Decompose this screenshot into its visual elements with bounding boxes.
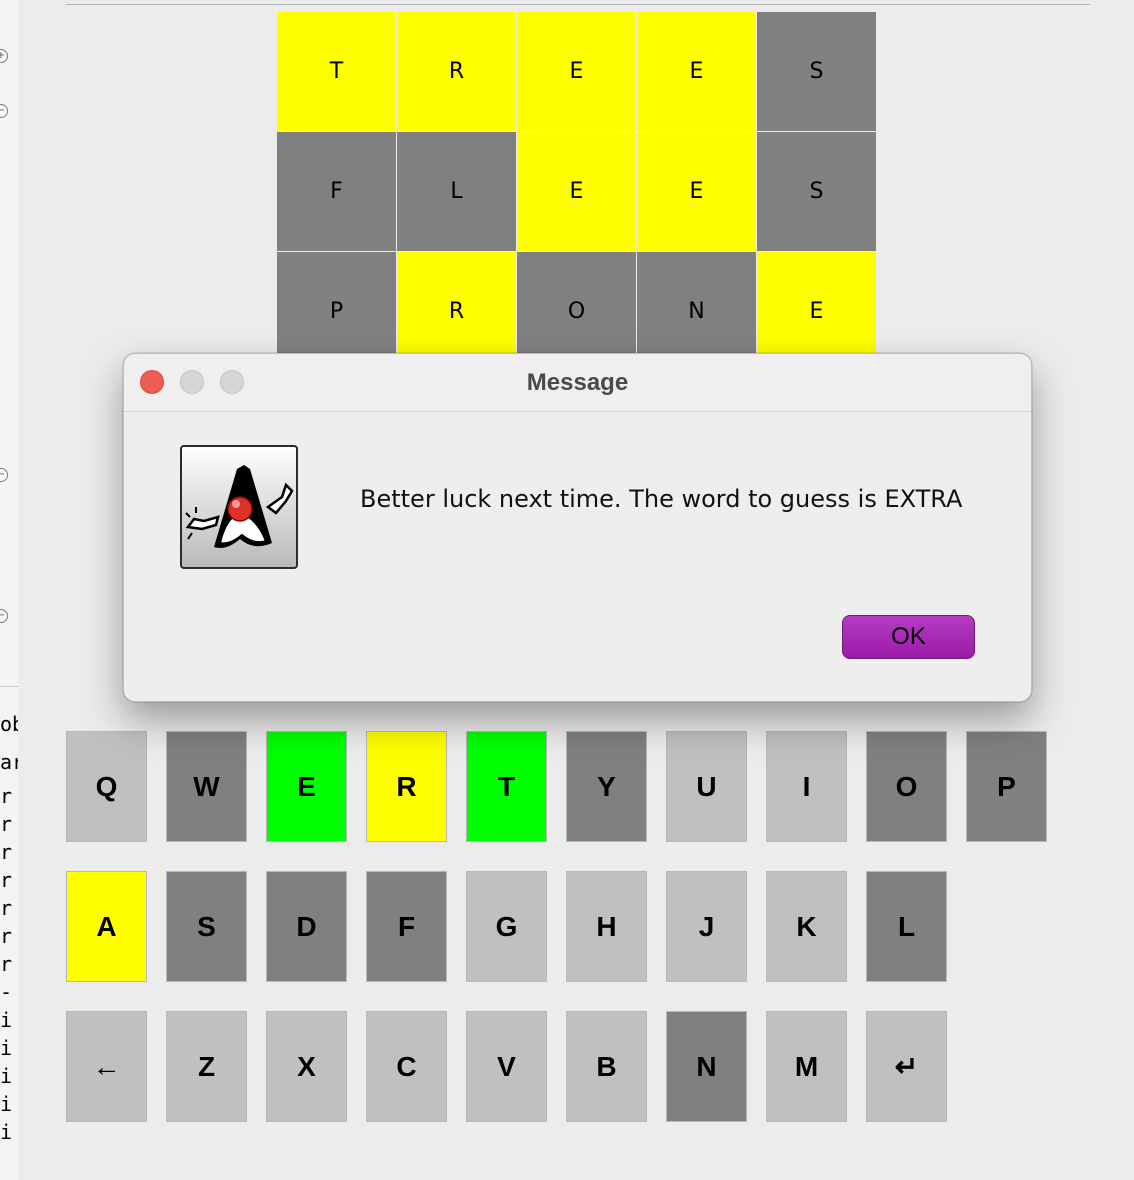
dialog-title: Message	[526, 369, 629, 396]
key-v[interactable]: V	[466, 1011, 547, 1122]
key-g[interactable]: G	[466, 871, 547, 982]
key-w[interactable]: W	[166, 731, 247, 842]
key-o[interactable]: O	[866, 731, 947, 842]
code-fragment: ar	[0, 750, 18, 774]
dialog-message: Better luck next time. The word to guess…	[360, 485, 963, 513]
letter-tile: E	[517, 12, 636, 131]
key-k[interactable]: K	[766, 871, 847, 982]
code-fragment: r	[0, 952, 13, 976]
letter-tile: E	[637, 132, 756, 251]
code-fragment: i	[0, 1036, 13, 1060]
key-m[interactable]: M	[766, 1011, 847, 1122]
divider	[66, 4, 1090, 5]
guess-row: FLEES	[277, 132, 878, 252]
expand-icon[interactable]: +	[0, 49, 8, 63]
key-x[interactable]: X	[266, 1011, 347, 1122]
collapse-icon[interactable]: −	[0, 609, 8, 623]
code-fragment: r	[0, 840, 13, 864]
key-n[interactable]: N	[666, 1011, 747, 1122]
code-fragment: i	[0, 1120, 13, 1144]
key-h[interactable]: H	[566, 871, 647, 982]
editor-gutter: + − − − obarrrrrrrr-iiiii	[0, 0, 19, 1180]
collapse-icon[interactable]: −	[0, 468, 8, 482]
letter-tile: E	[637, 12, 756, 131]
letter-tile: R	[397, 12, 516, 131]
key-i[interactable]: I	[766, 731, 847, 842]
key-t[interactable]: T	[466, 731, 547, 842]
key-q[interactable]: Q	[66, 731, 147, 842]
key-b[interactable]: B	[566, 1011, 647, 1122]
letter-tile: L	[397, 132, 516, 251]
code-fragment: i	[0, 1064, 13, 1088]
letter-tile: E	[517, 132, 636, 251]
key-d[interactable]: D	[266, 871, 347, 982]
dialog-titlebar: Message	[124, 354, 1031, 412]
code-fragment: r	[0, 812, 13, 836]
key-r[interactable]: R	[366, 731, 447, 842]
collapse-icon[interactable]: −	[0, 104, 8, 118]
code-fragment: i	[0, 1092, 13, 1116]
backspace-key[interactable]: ←	[66, 1011, 147, 1122]
code-fragment: r	[0, 896, 13, 920]
key-f[interactable]: F	[366, 871, 447, 982]
code-fragment: r	[0, 784, 13, 808]
key-c[interactable]: C	[366, 1011, 447, 1122]
key-j[interactable]: J	[666, 871, 747, 982]
java-duke-icon	[180, 445, 298, 569]
key-y[interactable]: Y	[566, 731, 647, 842]
key-z[interactable]: Z	[166, 1011, 247, 1122]
divider	[0, 686, 18, 687]
guess-row: TREES	[277, 12, 878, 132]
key-s[interactable]: S	[166, 871, 247, 982]
code-fragment: r	[0, 868, 13, 892]
code-fragment: i	[0, 1008, 13, 1032]
letter-tile: F	[277, 132, 396, 251]
code-fragment: r	[0, 924, 13, 948]
code-fragment: ob	[0, 712, 18, 736]
key-e[interactable]: E	[266, 731, 347, 842]
letter-tile: S	[757, 132, 876, 251]
enter-key[interactable]: ↵	[866, 1011, 947, 1122]
ok-button[interactable]: OK	[842, 615, 975, 659]
key-l[interactable]: L	[866, 871, 947, 982]
key-p[interactable]: P	[966, 731, 1047, 842]
key-u[interactable]: U	[666, 731, 747, 842]
code-fragment: -	[0, 980, 13, 1004]
message-dialog: Message Better luck next time. The word …	[123, 353, 1032, 702]
letter-tile: T	[277, 12, 396, 131]
key-a[interactable]: A	[66, 871, 147, 982]
letter-tile: S	[757, 12, 876, 131]
